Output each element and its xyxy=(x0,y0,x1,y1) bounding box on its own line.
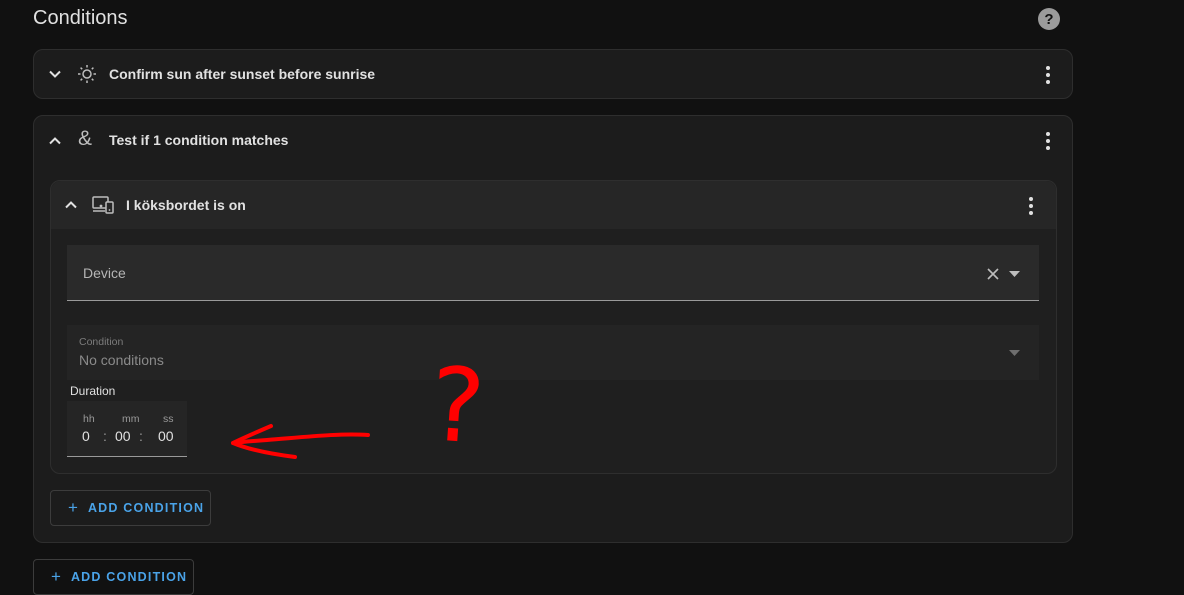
dropdown-arrow-icon xyxy=(1009,350,1020,356)
more-options-icon[interactable] xyxy=(1046,132,1050,150)
separator: : xyxy=(139,428,143,444)
nested-condition-card: I köksbordet is on Device Condition No c… xyxy=(50,180,1057,474)
condition-card-sun: Confirm sun after sunset before sunrise xyxy=(33,49,1073,99)
device-select-label: Device xyxy=(83,265,126,281)
chevron-up-icon[interactable] xyxy=(64,198,78,212)
ampersand-icon: & xyxy=(78,127,93,150)
seconds-input[interactable]: 00 xyxy=(158,428,174,444)
condition-title: Test if 1 condition matches xyxy=(109,132,289,148)
hours-label: hh xyxy=(83,413,95,425)
question-mark-annotation: ? xyxy=(425,345,489,468)
add-condition-button[interactable]: + ADD CONDITION xyxy=(33,559,194,595)
add-condition-label: ADD CONDITION xyxy=(87,501,205,515)
condition-select-value: No conditions xyxy=(79,352,164,368)
sun-icon xyxy=(78,65,96,83)
clear-icon[interactable] xyxy=(987,268,999,280)
device-select-underline xyxy=(67,300,1039,301)
hours-input[interactable]: 0 xyxy=(82,428,90,444)
condition-select-label: Condition xyxy=(79,336,124,348)
duration-input[interactable]: hh mm ss 0 : 00 : 00 xyxy=(67,401,187,457)
condition-title: Confirm sun after sunset before sunrise xyxy=(109,66,376,82)
condition-card-or: & Test if 1 condition matches I köksbord… xyxy=(33,115,1073,543)
chevron-up-icon[interactable] xyxy=(48,134,62,148)
nested-condition-title: I köksbordet is on xyxy=(126,197,246,213)
seconds-label: ss xyxy=(163,413,174,425)
separator: : xyxy=(103,428,107,444)
add-condition-button[interactable]: + ADD CONDITION xyxy=(50,490,211,526)
duration-underline xyxy=(67,456,187,457)
more-options-icon[interactable] xyxy=(1029,197,1033,215)
device-select[interactable]: Device xyxy=(67,245,1039,301)
device-icon xyxy=(92,196,114,214)
condition-select[interactable]: Condition No conditions xyxy=(67,325,1039,380)
plus-icon: + xyxy=(51,567,61,586)
more-options-icon[interactable] xyxy=(1046,66,1050,84)
help-icon[interactable]: ? xyxy=(1038,8,1060,30)
add-condition-label: ADD CONDITION xyxy=(70,570,188,584)
minutes-label: mm xyxy=(122,413,140,425)
red-arrow-annotation xyxy=(231,424,370,459)
plus-icon: + xyxy=(68,498,78,517)
chevron-down-icon[interactable] xyxy=(48,67,62,81)
page-title: Conditions xyxy=(33,7,128,29)
duration-label: Duration xyxy=(70,384,116,398)
minutes-input[interactable]: 00 xyxy=(115,428,131,444)
dropdown-arrow-icon[interactable] xyxy=(1009,271,1020,277)
